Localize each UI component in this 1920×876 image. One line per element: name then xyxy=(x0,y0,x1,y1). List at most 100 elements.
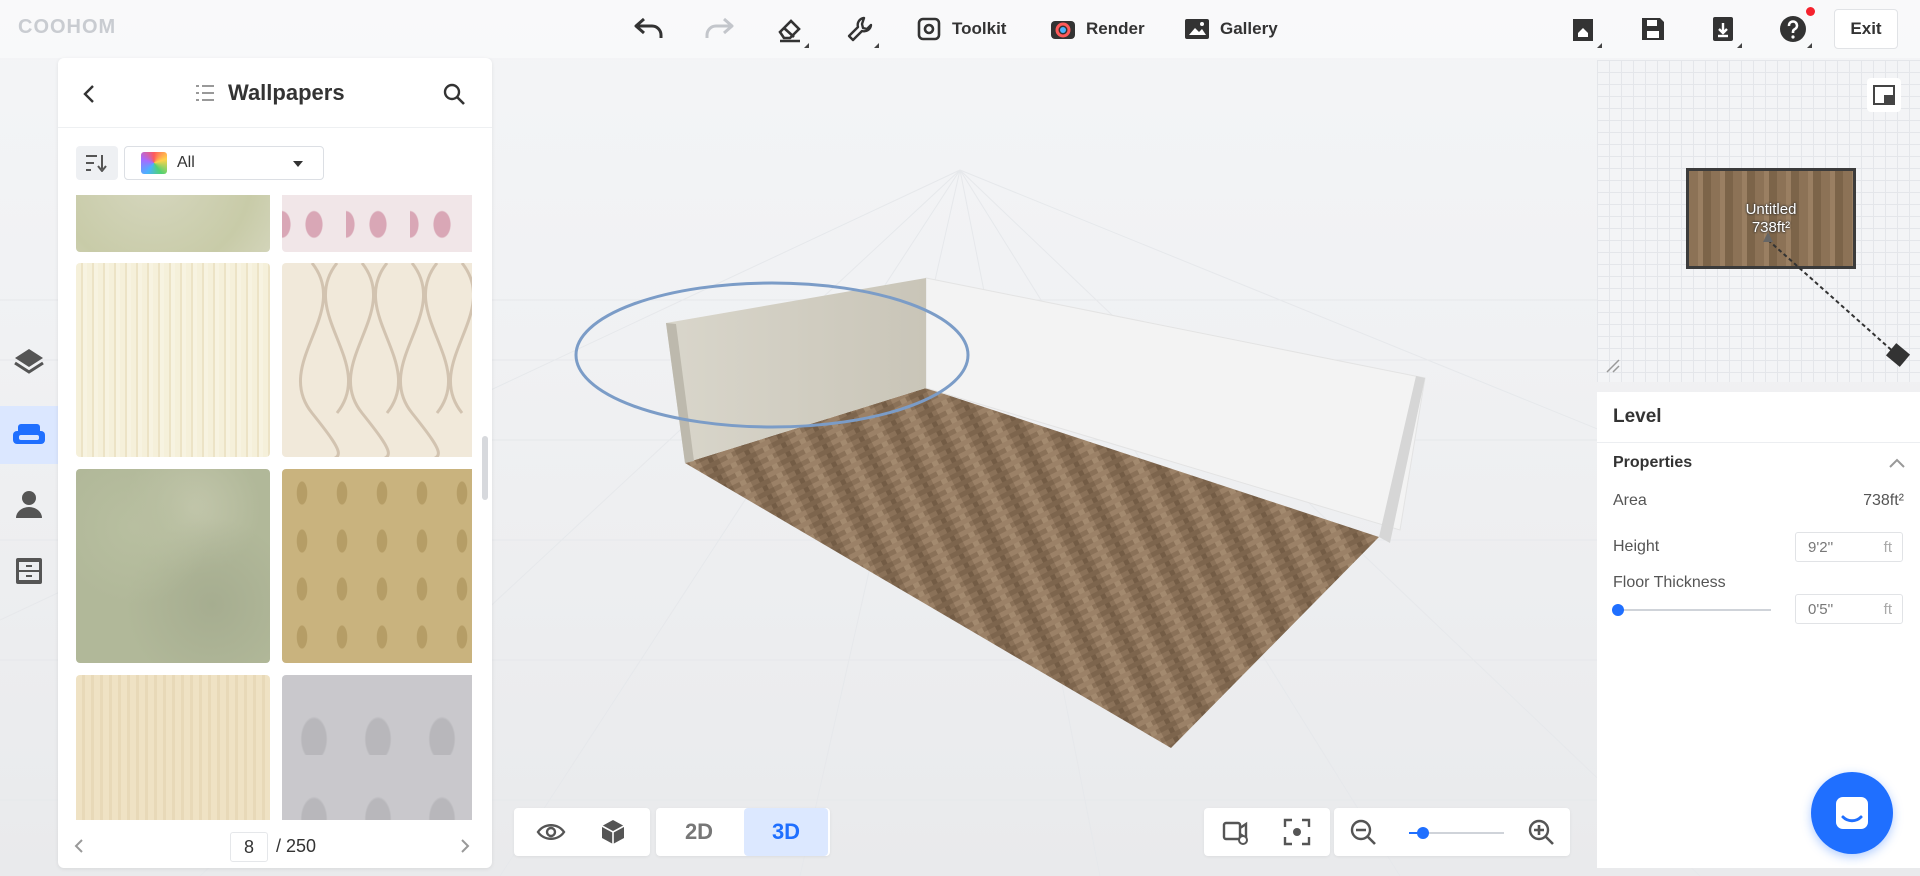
panel-header: Wallpapers xyxy=(58,58,492,128)
render-button[interactable]: Render xyxy=(1050,12,1145,46)
floor-thickness-slider[interactable] xyxy=(1615,609,1771,611)
top-toolbar: COOHOM Toolkit Render Gallery Exit xyxy=(0,0,1920,58)
toolkit-button[interactable]: Toolkit xyxy=(916,12,1006,46)
cabinet-icon xyxy=(16,558,42,584)
undo-button[interactable] xyxy=(632,12,666,46)
collapse-button[interactable] xyxy=(1888,456,1906,474)
wrench-icon xyxy=(847,16,873,42)
notification-dot xyxy=(1806,7,1815,16)
camera-options-box xyxy=(1204,808,1330,856)
minimap[interactable]: Untitled 738ft² xyxy=(1597,60,1920,382)
view-options-box xyxy=(514,808,650,856)
home-button[interactable] xyxy=(1566,12,1602,48)
dropdown-corner-icon xyxy=(1807,43,1812,48)
search-icon xyxy=(443,83,465,105)
export-icon xyxy=(1713,17,1733,41)
mode-3d-button[interactable]: 3D xyxy=(744,808,828,856)
wallpaper-tile[interactable] xyxy=(282,675,472,820)
sidebar-item-structure[interactable] xyxy=(0,332,58,390)
zoom-out-button[interactable] xyxy=(1334,808,1392,856)
divider xyxy=(1597,442,1920,443)
mode-2d-button[interactable]: 2D xyxy=(656,808,742,856)
sidebar-item-account[interactable] xyxy=(0,475,58,533)
wallpaper-tile[interactable] xyxy=(282,195,472,252)
eye-icon xyxy=(536,824,566,840)
zoom-in-button[interactable] xyxy=(1512,808,1570,856)
gallery-label: Gallery xyxy=(1220,19,1278,38)
chevron-up-icon xyxy=(1889,458,1905,468)
camera-settings-button[interactable] xyxy=(1208,808,1266,856)
visibility-button[interactable] xyxy=(522,808,580,856)
category-list-icon[interactable] xyxy=(196,84,214,107)
dropdown-corner-icon xyxy=(1597,43,1602,48)
panel-scrollbar[interactable] xyxy=(482,436,488,500)
search-button[interactable] xyxy=(442,82,466,106)
gallery-icon xyxy=(1185,19,1209,39)
page-number-input[interactable]: 8 xyxy=(230,832,268,862)
focus-icon xyxy=(1283,818,1311,846)
zoom-in-icon xyxy=(1528,819,1554,845)
cube-icon xyxy=(601,820,625,844)
redo-icon xyxy=(705,17,734,38)
chevron-right-icon xyxy=(461,839,470,853)
user-icon xyxy=(16,491,42,518)
height-unit: ft xyxy=(1883,538,1892,556)
list-icon xyxy=(196,85,214,101)
page-total: / 250 xyxy=(276,836,317,856)
layers-icon xyxy=(14,349,44,374)
wallpaper-tile[interactable] xyxy=(76,195,270,252)
exit-button[interactable]: Exit xyxy=(1834,9,1898,49)
chat-support-button[interactable] xyxy=(1811,772,1893,854)
height-input[interactable]: 9'2'' ft xyxy=(1795,532,1903,562)
floor-thickness-slider-handle[interactable] xyxy=(1612,604,1624,616)
camera-marker xyxy=(1606,232,1911,373)
eraser-button[interactable] xyxy=(773,12,809,48)
gallery-button[interactable]: Gallery xyxy=(1184,12,1278,46)
back-button[interactable] xyxy=(78,82,102,106)
wallpaper-tile[interactable] xyxy=(282,263,472,457)
floor-thickness-value: 0'5'' xyxy=(1808,600,1834,618)
dropdown-corner-icon xyxy=(804,43,809,48)
floor-thickness-input[interactable]: 0'5'' ft xyxy=(1795,594,1903,624)
wallpaper-tile[interactable] xyxy=(76,469,270,663)
chat-icon xyxy=(1836,797,1868,829)
color-swatch-icon xyxy=(141,152,167,174)
toolkit-icon xyxy=(917,17,941,41)
view-mode-box: 2D 3D xyxy=(656,808,830,856)
height-value: 9'2'' xyxy=(1808,538,1834,556)
help-button[interactable] xyxy=(1776,12,1812,48)
render-label: Render xyxy=(1086,19,1145,38)
caret-down-icon xyxy=(293,161,303,167)
focus-button[interactable] xyxy=(1268,808,1326,856)
floor-thickness-unit: ft xyxy=(1883,600,1892,618)
area-label: Area xyxy=(1613,492,1647,509)
sort-button[interactable] xyxy=(76,146,118,180)
wallpaper-tile[interactable] xyxy=(282,469,472,663)
dropdown-corner-icon xyxy=(874,43,879,48)
color-filter-select[interactable]: All xyxy=(124,146,324,180)
sofa-icon xyxy=(13,424,45,444)
next-page-button[interactable] xyxy=(456,838,472,859)
sidebar-item-cabinet[interactable] xyxy=(0,542,58,600)
dropdown-corner-icon xyxy=(1737,43,1742,48)
redo-button[interactable] xyxy=(702,12,736,46)
wallpaper-tile[interactable] xyxy=(76,263,270,457)
camera-icon xyxy=(1051,21,1075,39)
save-button[interactable] xyxy=(1636,12,1670,46)
tools-button[interactable] xyxy=(843,12,879,48)
home-icon xyxy=(1573,19,1593,41)
sidebar-item-furniture[interactable] xyxy=(0,406,58,464)
export-button[interactable] xyxy=(1706,12,1742,48)
chevron-left-icon xyxy=(83,85,94,103)
help-icon xyxy=(1780,16,1806,42)
undo-icon xyxy=(634,17,663,38)
wallpaper-tile[interactable] xyxy=(76,675,270,820)
app-logo: COOHOM xyxy=(18,16,117,38)
floor-thickness-label: Floor Thickness xyxy=(1613,574,1726,591)
area-value: 738ft² xyxy=(1863,492,1904,509)
panel-title: Wallpapers xyxy=(228,80,345,105)
prev-page-button[interactable] xyxy=(72,838,88,859)
pagination: 8 / 250 xyxy=(58,828,492,868)
model-view-button[interactable] xyxy=(584,808,642,856)
level-title: Level xyxy=(1613,406,1662,427)
